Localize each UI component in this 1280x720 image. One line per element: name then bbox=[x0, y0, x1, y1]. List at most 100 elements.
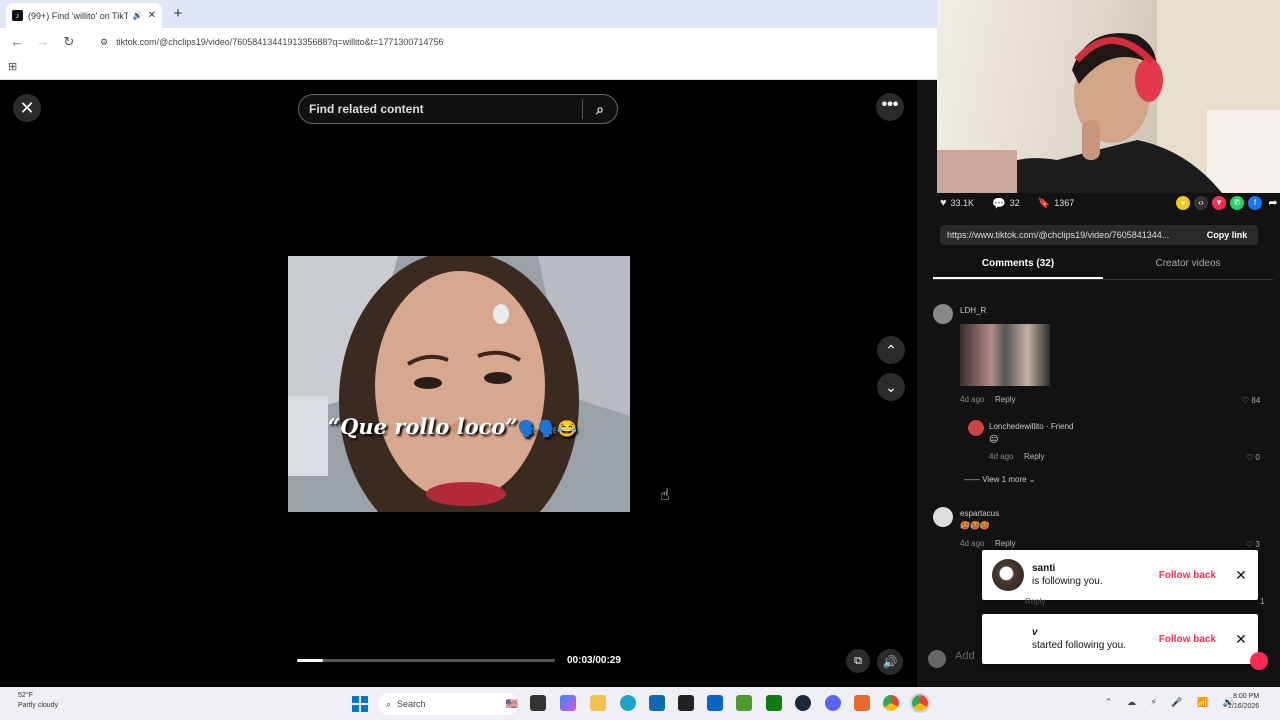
tab-creator-videos[interactable]: Creator videos bbox=[1103, 258, 1273, 279]
browser-tab[interactable]: ♪ (99+) Find 'willito' on TikTok 🔊 ✕ bbox=[6, 3, 162, 28]
app-icon[interactable] bbox=[678, 695, 694, 711]
notification-message: is following you. bbox=[1032, 576, 1103, 587]
taskbar-search[interactable]: ⌕ Search 🇺🇸 bbox=[378, 693, 518, 715]
heart-outline-icon: ♡ bbox=[1242, 396, 1252, 405]
comment-image[interactable] bbox=[960, 324, 1050, 386]
comment-username[interactable]: Lonchedewillito · Friend bbox=[989, 422, 1074, 431]
avatar[interactable] bbox=[933, 507, 953, 527]
weather-widget[interactable]: 52°F Partly cloudy bbox=[18, 691, 58, 711]
view-more-label: View 1 more bbox=[982, 475, 1027, 484]
taskbar-search-label: Search bbox=[397, 699, 426, 709]
taskbar-clock[interactable]: 8:00 PM 2/16/2026 bbox=[1228, 692, 1259, 712]
search-placeholder: Find related content bbox=[309, 102, 424, 116]
progress-fill bbox=[297, 659, 323, 662]
follow-back-button[interactable]: Follow back bbox=[1159, 570, 1216, 581]
picture-in-picture-icon[interactable]: ⧉ bbox=[846, 649, 870, 673]
forward-arrow-icon[interactable]: → bbox=[32, 31, 54, 53]
heart-outline-icon: ♡ bbox=[1246, 453, 1256, 462]
discord-icon[interactable] bbox=[825, 695, 841, 711]
back-arrow-icon[interactable]: ← bbox=[6, 31, 28, 53]
comments-count: 32 bbox=[1009, 198, 1020, 208]
follower-name: v bbox=[1032, 627, 1038, 638]
like-count[interactable]: ♡ 3 bbox=[1246, 540, 1260, 549]
video-progress-bar[interactable] bbox=[297, 659, 555, 662]
copilot-icon[interactable] bbox=[560, 695, 576, 711]
reply-button[interactable]: Reply bbox=[1025, 597, 1045, 606]
post-comment-icon[interactable] bbox=[1250, 652, 1268, 670]
follower-name: santi bbox=[1032, 563, 1056, 574]
tab-comments[interactable]: Comments (32) bbox=[933, 258, 1103, 279]
view-more-replies[interactable]: —— View 1 more ⌄ bbox=[964, 475, 1036, 484]
search-icon[interactable]: ⌕ bbox=[583, 101, 617, 118]
close-icon[interactable]: ✕ bbox=[1224, 631, 1258, 648]
divider-line: —— bbox=[964, 475, 983, 484]
reply-button[interactable]: Reply bbox=[995, 539, 1015, 548]
system-tray-icons[interactable]: ⌃ ☁ ⚡ 🎤 📶 🔊 bbox=[1105, 697, 1240, 708]
apps-grid-icon[interactable]: ⊞ bbox=[8, 61, 17, 73]
send-icon[interactable]: ▼ bbox=[1212, 196, 1226, 210]
like-value: 84 bbox=[1251, 396, 1261, 405]
new-tab-button[interactable]: + bbox=[168, 4, 188, 24]
coin-icon[interactable]: ● bbox=[1176, 196, 1190, 210]
reply-button[interactable]: Reply bbox=[995, 395, 1015, 404]
notification-text: v started following you. bbox=[1032, 626, 1151, 652]
chrome-icon[interactable] bbox=[883, 695, 899, 711]
steam-icon[interactable] bbox=[795, 695, 811, 711]
weather-condition: Partly cloudy bbox=[18, 702, 59, 709]
whatsapp-icon[interactable]: ✆ bbox=[1230, 196, 1244, 210]
comment-icon[interactable]: 💬 bbox=[992, 197, 1006, 210]
close-icon[interactable]: ✕ bbox=[1224, 567, 1258, 584]
follow-back-button[interactable]: Follow back bbox=[1159, 634, 1216, 645]
task-view-icon[interactable] bbox=[530, 695, 546, 711]
avatar[interactable] bbox=[933, 304, 953, 324]
emoji-icons: 🗣️🗣️😂 bbox=[517, 419, 578, 438]
facebook-icon[interactable]: f bbox=[1248, 196, 1262, 210]
share-url: https://www.tiktok.com/@chclips19/video/… bbox=[947, 230, 1170, 240]
my-avatar[interactable] bbox=[928, 650, 946, 668]
like-count[interactable]: ♡ 0 bbox=[1246, 453, 1260, 462]
reply-button[interactable]: Reply bbox=[1024, 452, 1044, 461]
address-bar[interactable]: ⚙ tiktok.com/@chclips19/video/7605841344… bbox=[92, 31, 912, 53]
reload-icon[interactable]: ↻ bbox=[58, 31, 80, 53]
close-button[interactable]: ✕ bbox=[13, 94, 41, 122]
comment-username[interactable]: LDH_R bbox=[960, 306, 986, 315]
temperature: 52°F bbox=[18, 692, 33, 699]
next-video-button[interactable]: ⌄ bbox=[877, 373, 905, 401]
windows-taskbar bbox=[0, 687, 1280, 720]
video-timecode: 00:03/00:29 bbox=[567, 655, 621, 666]
like-count[interactable]: 1 bbox=[1260, 597, 1264, 606]
video-player[interactable] bbox=[288, 256, 630, 512]
heart-icon[interactable]: ♥ bbox=[940, 197, 947, 209]
site-info-icon[interactable]: ⚙ bbox=[100, 37, 108, 48]
bookmark-icon[interactable]: 🔖 bbox=[1038, 198, 1050, 209]
related-search-bar[interactable]: Find related content ⌕ bbox=[298, 94, 618, 124]
avatar[interactable] bbox=[968, 420, 984, 436]
avatar bbox=[992, 559, 1024, 591]
previous-video-button[interactable]: ⌃ bbox=[877, 336, 905, 364]
more-options-button[interactable]: ••• bbox=[876, 93, 904, 121]
app-icon[interactable] bbox=[854, 695, 870, 711]
embed-icon[interactable]: ‹› bbox=[1194, 196, 1208, 210]
xbox-icon[interactable] bbox=[766, 695, 782, 711]
emoji-icon: 😐 bbox=[989, 434, 999, 444]
file-explorer-icon[interactable] bbox=[590, 695, 606, 711]
windows-start-icon[interactable] bbox=[352, 696, 368, 712]
tab-close-icon[interactable]: ✕ bbox=[148, 10, 156, 21]
add-comment-input[interactable]: Add bbox=[955, 650, 975, 662]
saves-count: 1367 bbox=[1054, 198, 1075, 208]
share-icon[interactable]: ➦ bbox=[1266, 196, 1280, 210]
chrome-icon[interactable] bbox=[910, 693, 930, 713]
panel-tabs: Comments (32) Creator videos bbox=[933, 258, 1273, 280]
copy-link-button[interactable]: Copy link bbox=[1196, 230, 1258, 240]
edge-icon[interactable] bbox=[620, 695, 636, 711]
comment-username[interactable]: espartacus bbox=[960, 509, 999, 518]
speaker-icon[interactable]: 🔊 bbox=[133, 11, 143, 20]
streamer-figure bbox=[937, 0, 1280, 193]
flag-icon: 🇺🇸 bbox=[505, 698, 518, 710]
volume-icon[interactable]: 🔊 bbox=[877, 649, 903, 675]
like-count[interactable]: ♡ 84 bbox=[1242, 396, 1260, 405]
browser-toolbar: ← → ↻ ⚙ tiktok.com/@chclips19/video/7605… bbox=[0, 28, 937, 56]
outlook-icon[interactable] bbox=[707, 695, 723, 711]
minecraft-icon[interactable] bbox=[736, 695, 752, 711]
store-icon[interactable] bbox=[649, 695, 665, 711]
